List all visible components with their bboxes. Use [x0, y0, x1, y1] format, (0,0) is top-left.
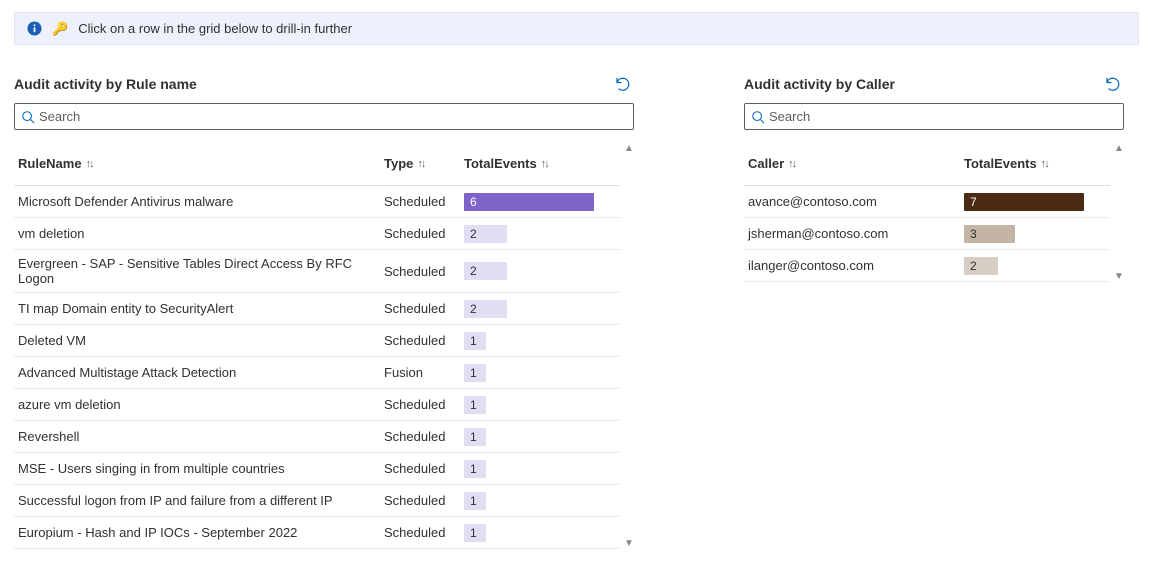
search-icon [21, 110, 35, 124]
sort-icon[interactable]: ↑↓ [541, 158, 548, 170]
cell-totalevents: 1 [464, 330, 594, 352]
scrollbar[interactable]: ▲ ▼ [1110, 144, 1124, 282]
cell-type: Scheduled [384, 487, 464, 514]
header-totalevents[interactable]: TotalEvents ↑↓ [464, 150, 594, 177]
scrollbar[interactable]: ▲ ▼ [620, 144, 634, 549]
cell-totalevents: 2 [464, 260, 594, 282]
table-row[interactable]: MSE - Users singing in from multiple cou… [14, 453, 620, 485]
panel-caller: Audit activity by Caller Caller ↑↓ Total… [744, 73, 1124, 282]
cell-totalevents: 1 [464, 522, 594, 544]
cell-rulename: Revershell [14, 423, 384, 450]
undo-button[interactable] [612, 73, 634, 95]
table-row[interactable]: avance@contoso.com7 [744, 186, 1110, 218]
search-box[interactable] [14, 103, 634, 130]
table-row[interactable]: Evergreen - SAP - Sensitive Tables Direc… [14, 250, 620, 293]
scroll-down-icon[interactable]: ▼ [1114, 272, 1124, 282]
table-row[interactable]: Deleted VMScheduled1 [14, 325, 620, 357]
scroll-track[interactable] [1116, 156, 1122, 270]
info-icon [27, 21, 42, 36]
cell-type: Scheduled [384, 327, 464, 354]
header-caller[interactable]: Caller ↑↓ [744, 150, 964, 177]
header-totalevents[interactable]: TotalEvents ↑↓ [964, 150, 1084, 177]
scroll-down-icon[interactable]: ▼ [624, 539, 634, 549]
rule-grid: RuleName ↑↓ Type ↑↓ TotalEvents ↑↓ Micro… [14, 144, 620, 549]
cell-totalevents: 1 [464, 426, 594, 448]
panel-rule: Audit activity by Rule name RuleName ↑↓ … [14, 73, 634, 549]
scroll-up-icon[interactable]: ▲ [1114, 144, 1124, 154]
cell-rulename: Evergreen - SAP - Sensitive Tables Direc… [14, 250, 384, 292]
cell-rulename: vm deletion [14, 220, 384, 247]
banner-text: Click on a row in the grid below to dril… [78, 21, 352, 36]
cell-totalevents: 1 [464, 362, 594, 384]
cell-caller: ilanger@contoso.com [744, 252, 964, 279]
cell-type: Scheduled [384, 220, 464, 247]
table-row[interactable]: ilanger@contoso.com2 [744, 250, 1110, 282]
search-icon [751, 110, 765, 124]
caller-grid-header: Caller ↑↓ TotalEvents ↑↓ [744, 144, 1110, 186]
header-type[interactable]: Type ↑↓ [384, 150, 464, 177]
cell-type: Fusion [384, 359, 464, 386]
search-input[interactable] [35, 107, 627, 126]
cell-rulename: Europium - Hash and IP IOCs - September … [14, 519, 384, 546]
cell-rulename: azure vm deletion [14, 391, 384, 418]
info-banner: 🔑 Click on a row in the grid below to dr… [14, 12, 1139, 45]
cell-caller: jsherman@contoso.com [744, 220, 964, 247]
cell-rulename: Microsoft Defender Antivirus malware [14, 188, 384, 215]
cell-rulename: MSE - Users singing in from multiple cou… [14, 455, 384, 482]
sort-icon[interactable]: ↑↓ [417, 158, 424, 170]
scroll-up-icon[interactable]: ▲ [624, 144, 634, 154]
header-rulename[interactable]: RuleName ↑↓ [14, 150, 384, 177]
cell-type: Scheduled [384, 258, 464, 285]
cell-totalevents: 1 [464, 458, 594, 480]
cell-type: Scheduled [384, 188, 464, 215]
panel-rule-title: Audit activity by Rule name [14, 76, 197, 92]
table-row[interactable]: vm deletionScheduled2 [14, 218, 620, 250]
cell-totalevents: 2 [464, 223, 594, 245]
cell-rulename: Successful logon from IP and failure fro… [14, 487, 384, 514]
cell-totalevents: 1 [464, 490, 594, 512]
table-row[interactable]: Successful logon from IP and failure fro… [14, 485, 620, 517]
scroll-track[interactable] [626, 156, 632, 537]
cell-type: Scheduled [384, 423, 464, 450]
cell-totalevents: 2 [464, 298, 594, 320]
undo-button[interactable] [1102, 73, 1124, 95]
search-input[interactable] [765, 107, 1117, 126]
cell-totalevents: 3 [964, 223, 1084, 245]
cell-totalevents: 7 [964, 191, 1084, 213]
table-row[interactable]: azure vm deletionScheduled1 [14, 389, 620, 421]
cell-rulename: TI map Domain entity to SecurityAlert [14, 295, 384, 322]
search-box[interactable] [744, 103, 1124, 130]
table-row[interactable]: Advanced Multistage Attack DetectionFusi… [14, 357, 620, 389]
cell-rulename: Advanced Multistage Attack Detection [14, 359, 384, 386]
cell-type: Scheduled [384, 455, 464, 482]
rule-grid-header: RuleName ↑↓ Type ↑↓ TotalEvents ↑↓ [14, 144, 620, 186]
cell-rulename: Deleted VM [14, 327, 384, 354]
cell-type: Scheduled [384, 391, 464, 418]
cell-totalevents: 1 [464, 394, 594, 416]
cell-totalevents: 6 [464, 191, 594, 213]
cell-totalevents: 2 [964, 255, 1084, 277]
sort-icon[interactable]: ↑↓ [788, 158, 795, 170]
sort-icon[interactable]: ↑↓ [86, 158, 93, 170]
sort-icon[interactable]: ↑↓ [1041, 158, 1048, 170]
cell-type: Scheduled [384, 295, 464, 322]
panel-caller-title: Audit activity by Caller [744, 76, 895, 92]
caller-grid: Caller ↑↓ TotalEvents ↑↓ avance@contoso.… [744, 144, 1110, 282]
table-row[interactable]: RevershellScheduled1 [14, 421, 620, 453]
table-row[interactable]: Europium - Hash and IP IOCs - September … [14, 517, 620, 549]
table-row[interactable]: Microsoft Defender Antivirus malwareSche… [14, 186, 620, 218]
table-row[interactable]: jsherman@contoso.com3 [744, 218, 1110, 250]
cell-type: Scheduled [384, 519, 464, 546]
cell-caller: avance@contoso.com [744, 188, 964, 215]
table-row[interactable]: TI map Domain entity to SecurityAlertSch… [14, 293, 620, 325]
key-icon: 🔑 [52, 22, 68, 35]
